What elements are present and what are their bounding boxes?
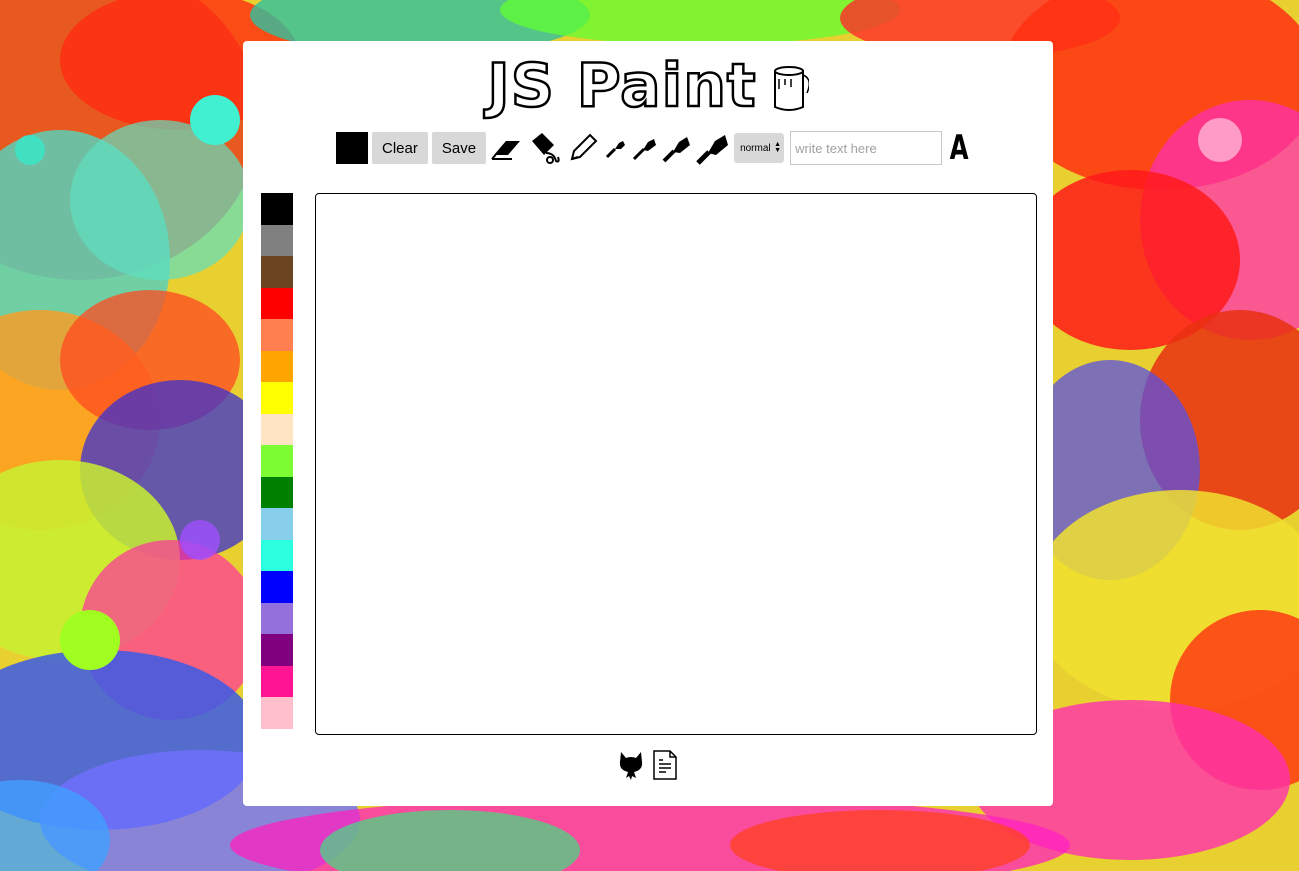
palette-swatch[interactable]: [261, 508, 293, 540]
eraser-icon[interactable]: [490, 131, 524, 165]
blend-mode-select[interactable]: normal ▲ ▼: [734, 133, 785, 163]
license-document-icon[interactable]: [652, 749, 678, 785]
drawing-canvas[interactable]: [315, 193, 1037, 735]
palette-swatch[interactable]: [261, 476, 293, 508]
brush-small-icon[interactable]: [604, 131, 628, 165]
brush-large-icon[interactable]: [662, 131, 692, 165]
blend-mode-value: normal: [740, 142, 771, 154]
palette-swatch[interactable]: [261, 602, 293, 634]
brush-xlarge-icon[interactable]: [696, 131, 730, 165]
palette-swatch[interactable]: [261, 539, 293, 571]
palette-swatch[interactable]: [261, 350, 293, 382]
color-palette: [261, 193, 293, 729]
text-input[interactable]: [790, 131, 943, 165]
clear-button[interactable]: Clear: [372, 132, 428, 164]
app-panel: JS Paint Clear Save normal ▲ ▼ write tex…: [243, 41, 1053, 806]
palette-swatch[interactable]: [261, 445, 293, 477]
palette-swatch[interactable]: [261, 382, 293, 414]
pencil-icon[interactable]: [566, 131, 600, 165]
palette-swatch[interactable]: [261, 319, 293, 351]
palette-swatch[interactable]: [261, 224, 293, 256]
palette-swatch[interactable]: [261, 697, 293, 729]
current-color-swatch[interactable]: [336, 132, 368, 164]
palette-swatch[interactable]: [261, 634, 293, 666]
save-button[interactable]: Save: [431, 132, 487, 164]
palette-swatch[interactable]: [261, 571, 293, 603]
palette-swatch[interactable]: [261, 287, 293, 319]
toolbar: Clear Save normal ▲ ▼ write text here A: [336, 131, 972, 165]
paint-bucket-logo-icon: [773, 66, 809, 111]
select-arrows-icon: ▲ ▼: [774, 141, 782, 154]
paint-bucket-icon[interactable]: [528, 131, 562, 165]
github-icon[interactable]: [618, 750, 644, 785]
header: JS Paint: [243, 51, 1053, 121]
palette-swatch[interactable]: [261, 665, 293, 697]
app-title: JS Paint: [486, 51, 757, 121]
brush-medium-icon[interactable]: [632, 131, 658, 165]
text-tool-button[interactable]: A: [950, 131, 969, 165]
palette-swatch[interactable]: [261, 256, 293, 288]
palette-swatch[interactable]: [261, 193, 293, 225]
palette-swatch[interactable]: [261, 413, 293, 445]
footer: [243, 749, 1053, 785]
